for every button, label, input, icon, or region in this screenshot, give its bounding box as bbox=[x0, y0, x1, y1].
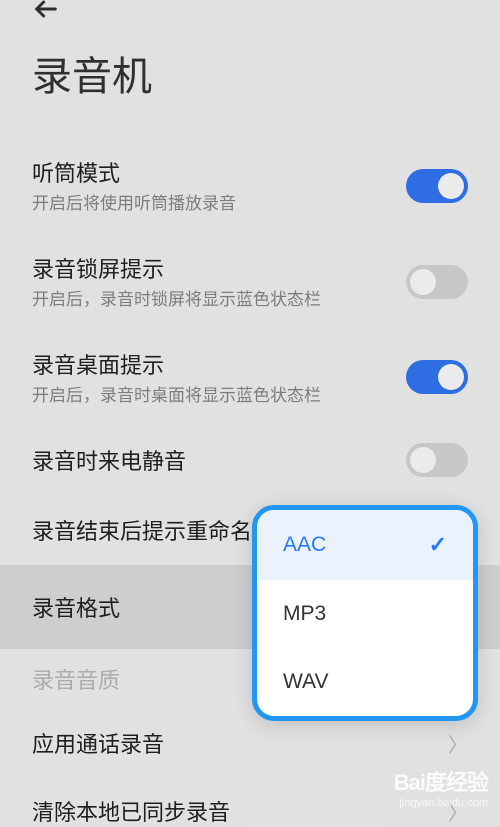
setting-title: 录音时来电静音 bbox=[32, 444, 406, 476]
page-title: 录音机 bbox=[0, 0, 500, 138]
toggle-knob bbox=[438, 173, 464, 199]
toggle-knob bbox=[438, 364, 464, 390]
setting-desc: 开启后将使用听筒播放录音 bbox=[32, 192, 406, 216]
chevron-right-icon: 〉 bbox=[448, 729, 468, 758]
toggle-knob bbox=[410, 447, 436, 473]
format-option-wav[interactable]: WAV bbox=[257, 648, 473, 716]
format-option-aac[interactable]: AAC ✓ bbox=[257, 510, 473, 580]
watermark: Bai度经验 jingyan.baidu.com bbox=[394, 765, 488, 809]
arrow-left-icon bbox=[32, 0, 60, 23]
option-label: AAC bbox=[283, 533, 326, 557]
setting-earpiece-mode[interactable]: 听筒模式 开启后将使用听筒播放录音 bbox=[0, 138, 500, 234]
setting-title: 录音桌面提示 bbox=[32, 348, 406, 380]
toggle-mute-call[interactable] bbox=[406, 443, 468, 477]
setting-text: 清除本地已同步录音 bbox=[32, 795, 448, 827]
option-label: WAV bbox=[283, 670, 329, 694]
setting-lockscreen-hint[interactable]: 录音锁屏提示 开启后，录音时锁屏将显示蓝色状态栏 bbox=[0, 234, 500, 330]
watermark-logo: Bai度经验 bbox=[394, 765, 488, 797]
check-icon: ✓ bbox=[429, 532, 447, 558]
setting-text: 录音桌面提示 开启后，录音时桌面将显示蓝色状态栏 bbox=[32, 348, 406, 408]
toggle-knob bbox=[410, 269, 436, 295]
format-popup: AAC ✓ MP3 WAV bbox=[252, 505, 478, 721]
watermark-url: jingyan.baidu.com bbox=[394, 797, 488, 809]
setting-text: 听筒模式 开启后将使用听筒播放录音 bbox=[32, 156, 406, 216]
setting-mute-on-call[interactable]: 录音时来电静音 bbox=[0, 425, 500, 495]
option-label: MP3 bbox=[283, 602, 326, 626]
setting-desc: 开启后，录音时桌面将显示蓝色状态栏 bbox=[32, 384, 406, 408]
toggle-earpiece[interactable] bbox=[406, 169, 468, 203]
setting-title: 听筒模式 bbox=[32, 156, 406, 188]
setting-title: 录音锁屏提示 bbox=[32, 252, 406, 284]
setting-text: 应用通话录音 bbox=[32, 727, 448, 759]
setting-title: 应用通话录音 bbox=[32, 727, 448, 759]
setting-text: 录音锁屏提示 开启后，录音时锁屏将显示蓝色状态栏 bbox=[32, 252, 406, 312]
format-option-mp3[interactable]: MP3 bbox=[257, 580, 473, 648]
setting-desc: 开启后，录音时锁屏将显示蓝色状态栏 bbox=[32, 288, 406, 312]
setting-desktop-hint[interactable]: 录音桌面提示 开启后，录音时桌面将显示蓝色状态栏 bbox=[0, 330, 500, 426]
toggle-lockscreen[interactable] bbox=[406, 265, 468, 299]
setting-text: 录音时来电静音 bbox=[32, 444, 406, 476]
back-button[interactable] bbox=[32, 0, 60, 30]
toggle-desktop[interactable] bbox=[406, 360, 468, 394]
setting-title: 清除本地已同步录音 bbox=[32, 795, 448, 827]
